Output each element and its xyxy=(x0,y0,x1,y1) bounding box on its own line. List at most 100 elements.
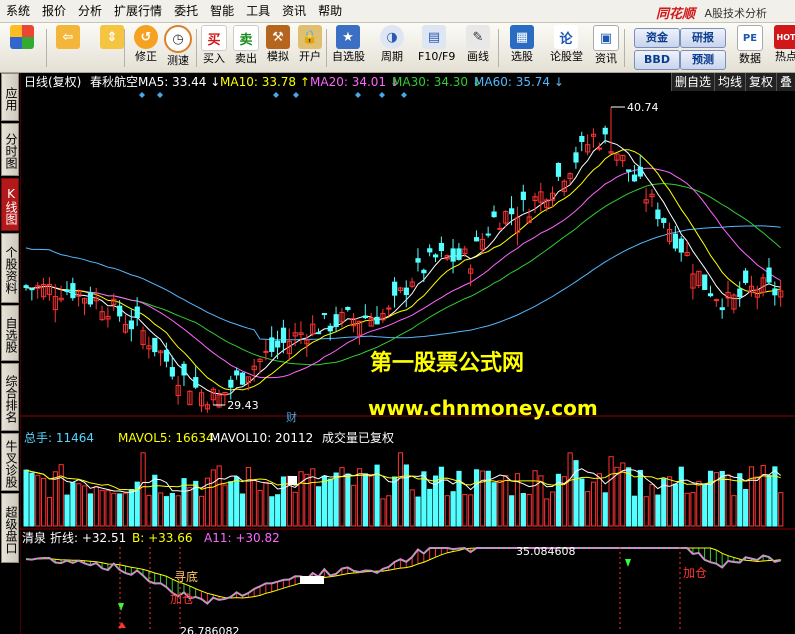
pe-button[interactable]: PE 数据 xyxy=(734,25,766,70)
revise-button[interactable]: ↺ 修正 xyxy=(130,25,162,70)
candle-body xyxy=(497,227,503,230)
toolbar-label: 模拟 xyxy=(267,50,289,63)
toolbar-label: 论股堂 xyxy=(550,50,583,63)
app-grid-button[interactable] xyxy=(6,25,38,70)
volume-bar xyxy=(152,474,158,527)
back-arrow-icon: ⇦ xyxy=(56,25,80,49)
indicator-name: 清泉 xyxy=(22,531,46,545)
news-button[interactable]: ▣ 资讯 xyxy=(590,25,622,70)
menu-3[interactable]: 扩展行情 xyxy=(108,0,168,22)
ma60-line xyxy=(25,225,781,341)
period-icon: ◑ xyxy=(380,25,404,49)
pen-button[interactable]: ✎ 画线 xyxy=(462,25,494,70)
chart-btn-1[interactable]: 均线 xyxy=(713,73,745,91)
signal-jiacang-2: 加仓 xyxy=(683,566,707,580)
indicator-marker xyxy=(300,576,324,584)
menu-0[interactable]: 系统 xyxy=(0,0,36,22)
volume-bar xyxy=(590,481,597,527)
brand-subtitle: A股技术分析 xyxy=(704,7,767,20)
volume-bar xyxy=(509,495,515,527)
menu-4[interactable]: 委托 xyxy=(168,0,204,22)
event-marker xyxy=(139,92,145,98)
menu-2[interactable]: 分析 xyxy=(72,0,108,22)
chart-btn-3[interactable]: 叠 xyxy=(775,73,795,91)
hot-button[interactable]: HOT 热点 xyxy=(770,25,795,70)
ma20-line xyxy=(25,167,781,379)
menu-7[interactable]: 资讯 xyxy=(276,0,312,22)
indicator-zhexian: 折线: +32.51 xyxy=(50,530,126,545)
event-marker xyxy=(355,92,361,98)
menu-8[interactable]: 帮助 xyxy=(312,0,348,22)
menu-1[interactable]: 报价 xyxy=(36,0,72,22)
chart-btn-2[interactable]: 复权 xyxy=(744,73,776,91)
volume-bar xyxy=(257,489,263,527)
toolbar-label: 自选股 xyxy=(332,50,365,63)
gavel-icon: ⚒ xyxy=(266,25,290,49)
toolbar-label: 周期 xyxy=(381,50,403,63)
volume-bar xyxy=(368,474,374,527)
menu-bar: 系统 报价 分析 扩展行情 委托 智能 工具 资讯 帮助 同花顺 A股技术分析 xyxy=(0,0,795,23)
volume-bar xyxy=(87,493,94,527)
sidebar-tab-4[interactable]: 自选股 xyxy=(1,305,19,361)
f10-button[interactable]: ▤ F10/F9 xyxy=(418,25,455,70)
sidebar-tab-6[interactable]: 牛叉诊股 xyxy=(1,433,19,491)
volume-bar xyxy=(304,473,310,527)
sidebar-tab-5[interactable]: 综合排名 xyxy=(1,363,19,431)
chart-btn-0[interactable]: 删自选 xyxy=(670,73,714,91)
pen-icon: ✎ xyxy=(466,25,490,49)
sidebar-tab-7[interactable]: 超级盘口 xyxy=(1,493,19,563)
pill-button-2[interactable]: BBD xyxy=(634,50,680,70)
volume-marker xyxy=(288,476,297,485)
volume-bar xyxy=(438,466,445,527)
sidebar-tab-3[interactable]: 个股资料 xyxy=(1,233,19,303)
red-arrow-icon xyxy=(118,622,126,628)
kline-chart[interactable]: 日线(复权) 春秋航空 MA5: 33.44 ↓ MA10: 33.78 ↑ MA20:… xyxy=(20,73,795,634)
pill-button-0[interactable]: 资金 xyxy=(634,28,680,48)
volume-bar xyxy=(210,469,216,527)
volume-bar xyxy=(491,482,497,527)
clock-button[interactable]: ◷ 测速 xyxy=(162,25,194,70)
candle-body xyxy=(450,248,456,262)
lock-button[interactable]: 🔒 开户 xyxy=(294,25,326,70)
volume-bar xyxy=(140,452,146,527)
menu-6[interactable]: 工具 xyxy=(240,0,276,22)
candle-body xyxy=(456,248,462,260)
volume-bar xyxy=(579,478,585,527)
back-arrow-button[interactable]: ⇦ xyxy=(52,25,84,70)
volume-bar xyxy=(550,491,556,527)
volume-bar xyxy=(275,494,281,527)
candle-body xyxy=(702,274,708,290)
high-price-label: 40.74 xyxy=(627,101,659,114)
ma-legend-0: MA5: 33.44 ↓ xyxy=(138,75,220,89)
candle-body xyxy=(678,238,684,253)
pill-button-3[interactable]: 预测 xyxy=(680,50,726,70)
forum-button[interactable]: 论论股堂 xyxy=(550,25,583,70)
toolbar-label: 买入 xyxy=(203,52,225,65)
updown-arrows-icon: ⇕ xyxy=(100,25,124,49)
left-sidebar: 应用分时图 K线图个股资料自选股综合排名牛叉诊股超级盘口 xyxy=(0,73,20,634)
buy-button[interactable]: 买买入 xyxy=(198,25,230,70)
volume-bar xyxy=(234,476,240,527)
candle-body xyxy=(163,349,170,362)
volume-bar xyxy=(608,456,614,527)
period-button[interactable]: ◑ 周期 xyxy=(376,25,408,70)
sidebar-tab-2[interactable]: K线图 xyxy=(1,178,19,231)
pill-button-1[interactable]: 研报 xyxy=(680,28,726,48)
sell-button[interactable]: 卖卖出 xyxy=(230,25,262,70)
candle-body xyxy=(64,289,70,292)
candle-body xyxy=(386,307,392,310)
volume-bar xyxy=(450,491,456,527)
gavel-button[interactable]: ⚒ 模拟 xyxy=(262,25,294,70)
volume-bar xyxy=(76,483,82,527)
volume-bar xyxy=(327,478,333,527)
sidebar-tab-1[interactable]: 分时图 xyxy=(1,123,19,176)
screen-stock-button[interactable]: ▦ 选股 xyxy=(506,25,538,70)
candle-body xyxy=(403,287,409,296)
volume-bar xyxy=(64,494,70,527)
volume-bar xyxy=(544,498,550,527)
menu-5[interactable]: 智能 xyxy=(204,0,240,22)
sidebar-tab-0[interactable]: 应用 xyxy=(1,73,19,121)
volume-bar xyxy=(380,498,386,527)
star-screen-button[interactable]: ★ 自选股 xyxy=(332,25,365,70)
star-screen-icon: ★ xyxy=(336,25,360,49)
